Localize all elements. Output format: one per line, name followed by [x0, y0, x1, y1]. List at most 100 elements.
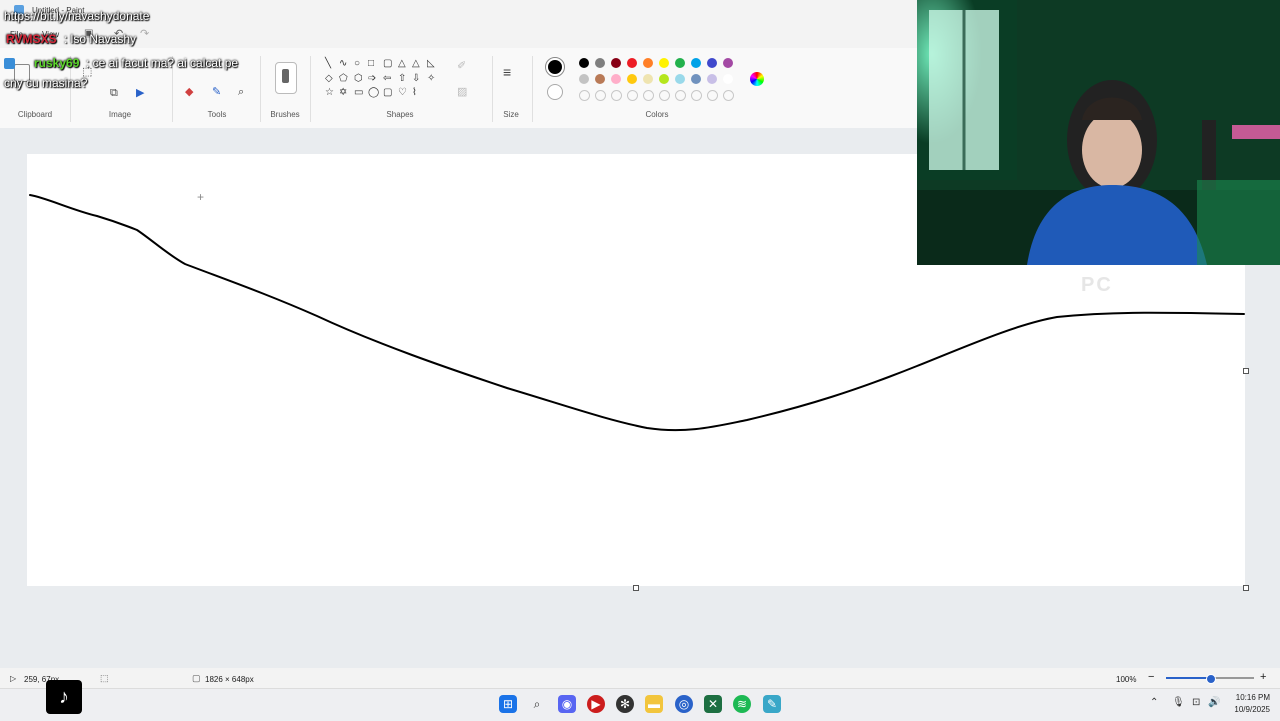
crop-icon[interactable]: ⧉	[110, 87, 118, 99]
shape-fill-icon[interactable]: ▨	[457, 86, 467, 98]
color-picker-icon[interactable]: ✎	[212, 86, 221, 98]
shape-curve[interactable]: ∿	[339, 59, 347, 69]
color-swatch[interactable]	[691, 74, 701, 84]
zoom-level[interactable]: 100%	[1116, 675, 1136, 684]
pointer-icon: ▷	[10, 674, 17, 683]
color-swatch[interactable]	[579, 90, 590, 101]
color-swatch[interactable]	[723, 90, 734, 101]
shape-hexagon[interactable]: ⬡	[354, 74, 363, 84]
zoom-in-button[interactable]: +	[1260, 671, 1266, 683]
zoom-out-button[interactable]: −	[1148, 671, 1154, 683]
color-swatch[interactable]	[627, 74, 637, 84]
color-swatch[interactable]	[723, 58, 733, 68]
shape-right-triangle[interactable]: ◺	[427, 59, 435, 69]
tray-chevron-icon[interactable]: ⌃	[1150, 697, 1158, 708]
color-swatch[interactable]	[707, 74, 717, 84]
color2-swatch[interactable]	[547, 84, 563, 100]
color-swatch[interactable]	[659, 90, 670, 101]
canvas-size: 1826 × 648px	[205, 675, 254, 684]
color-swatch[interactable]	[691, 90, 702, 101]
color-swatch[interactable]	[611, 58, 621, 68]
shape-outline-icon[interactable]: ✐	[457, 60, 466, 72]
shape-five-point-star[interactable]: ☆	[325, 88, 334, 98]
search-icon[interactable]: ⌕	[528, 695, 546, 713]
redo-icon[interactable]: ↷	[140, 27, 149, 40]
color-swatch[interactable]	[691, 58, 701, 68]
file-explorer-icon[interactable]: ▬	[645, 695, 663, 713]
eraser-icon[interactable]: ◆	[185, 86, 193, 98]
shape-pentagon[interactable]: ⬠	[339, 74, 348, 84]
media-player-icon[interactable]: ▶	[587, 695, 605, 713]
zoom-slider-thumb[interactable]	[1206, 674, 1216, 684]
resize-handle-corner[interactable]	[1243, 585, 1249, 591]
shape-oval[interactable]: ○	[354, 59, 360, 69]
chat-message-continued: cny cu masina?	[4, 76, 88, 90]
start-icon[interactable]: ⊞	[499, 695, 517, 713]
color-swatch[interactable]	[707, 58, 717, 68]
clock-time[interactable]: 10:16 PM	[1226, 693, 1270, 702]
color-swatch[interactable]	[723, 74, 733, 84]
color-swatch[interactable]	[595, 58, 605, 68]
shape-rounded-rectangle[interactable]: ▢	[383, 59, 392, 69]
color1-swatch	[548, 60, 562, 74]
shape-callout-rect[interactable]: ▭	[354, 88, 363, 98]
color-swatch[interactable]	[595, 90, 606, 101]
microphone-icon[interactable]: 🎙	[1172, 697, 1185, 708]
color-swatch[interactable]	[627, 58, 637, 68]
color1-ring[interactable]	[545, 57, 565, 77]
shape-line[interactable]: ╲	[325, 59, 331, 69]
edit-colors-icon[interactable]	[750, 72, 764, 86]
excel-icon[interactable]: ✕	[704, 695, 722, 713]
shape-polygon[interactable]: △	[398, 59, 406, 69]
canvas-watermark: PC	[1081, 274, 1113, 296]
spotify-icon[interactable]: ≋	[733, 695, 751, 713]
shape-right-arrow[interactable]: ➩	[368, 74, 376, 84]
discord-icon[interactable]: ◉	[558, 695, 576, 713]
paint-taskbar-icon[interactable]: ✎	[763, 695, 781, 713]
color-swatch[interactable]	[611, 74, 621, 84]
crosshair-cursor-icon: +	[197, 190, 205, 204]
color-swatch[interactable]	[579, 58, 589, 68]
browser-icon[interactable]: ◎	[675, 695, 693, 713]
shape-lightning[interactable]: ⌇	[412, 88, 417, 98]
shape-six-point-star[interactable]: ✡	[339, 88, 347, 98]
shape-diamond[interactable]: ◇	[325, 74, 333, 84]
brushes-button[interactable]	[275, 62, 297, 94]
shape-left-arrow[interactable]: ⇦	[383, 74, 391, 84]
color-swatch[interactable]	[659, 58, 669, 68]
clock-date[interactable]: 10/9/2025	[1226, 705, 1270, 714]
color-swatch[interactable]	[643, 74, 653, 84]
chat-message: : ce ai facut ma? ai calcat pe	[86, 56, 239, 70]
color-swatch[interactable]	[627, 90, 638, 101]
rotate-icon[interactable]: ▶	[136, 87, 144, 99]
volume-icon[interactable]: 🔊	[1208, 697, 1220, 708]
shape-heart[interactable]: ♡	[398, 88, 407, 98]
resize-handle-bottom[interactable]	[633, 585, 639, 591]
color-swatch[interactable]	[675, 58, 685, 68]
tiktok-logo-icon: ♪	[46, 680, 82, 714]
network-icon[interactable]: ⊡	[1192, 697, 1200, 708]
shape-down-arrow[interactable]: ⇩	[412, 74, 420, 84]
color-swatch[interactable]	[643, 90, 654, 101]
color-swatch[interactable]	[675, 74, 685, 84]
chat-username: rusky69	[34, 56, 80, 70]
shape-callout-oval[interactable]: ◯	[368, 88, 379, 98]
shape-triangle[interactable]: △	[412, 59, 420, 69]
resize-handle-right[interactable]	[1243, 368, 1249, 374]
clipboard-group-label: Clipboard	[17, 110, 53, 119]
shape-up-arrow[interactable]: ⇧	[398, 74, 406, 84]
color-swatch[interactable]	[611, 90, 622, 101]
magnifier-icon[interactable]: ⌕	[238, 86, 244, 98]
chat-username: RVMSXS	[6, 32, 57, 46]
color-swatch[interactable]	[707, 90, 718, 101]
shape-four-point-star[interactable]: ✧	[427, 74, 435, 84]
color-swatch[interactable]	[659, 74, 669, 84]
size-icon[interactable]: ≡	[503, 65, 511, 79]
color-swatch[interactable]	[579, 74, 589, 84]
shape-rectangle[interactable]: □	[368, 59, 374, 69]
settings-app-icon[interactable]: ✻	[616, 695, 634, 713]
color-swatch[interactable]	[643, 58, 653, 68]
shape-callout-cloud[interactable]: ▢	[383, 88, 392, 98]
color-swatch[interactable]	[595, 74, 605, 84]
color-swatch[interactable]	[675, 90, 686, 101]
